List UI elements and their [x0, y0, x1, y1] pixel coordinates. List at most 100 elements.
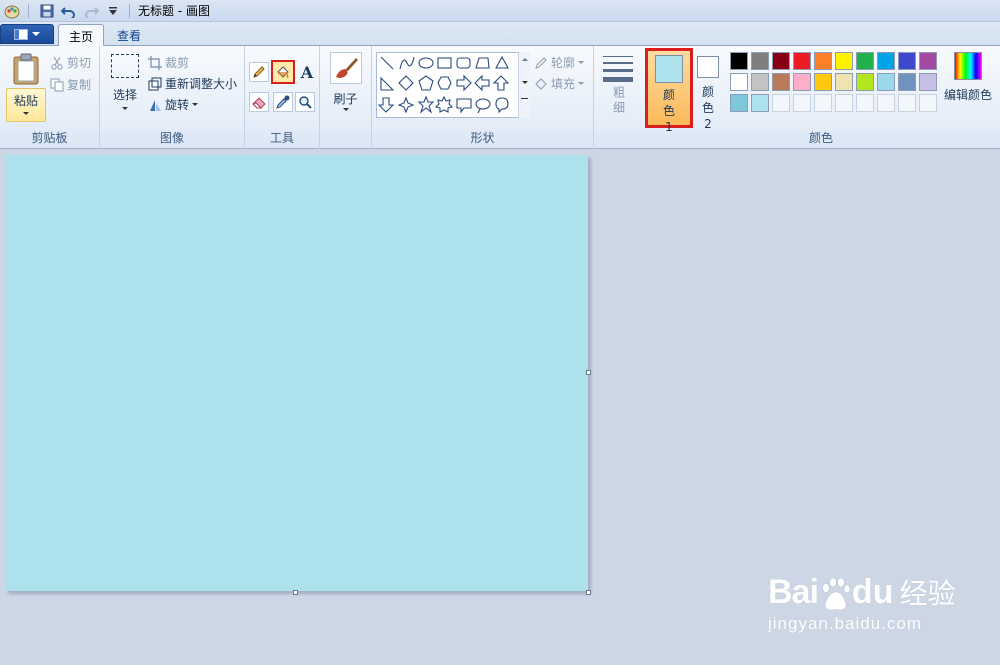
palette-swatch-empty[interactable] [793, 94, 811, 112]
palette-swatch[interactable] [835, 52, 853, 70]
palette-swatch-empty[interactable] [835, 94, 853, 112]
resize-handle-corner[interactable] [586, 590, 591, 595]
resize-handle-right[interactable] [586, 370, 591, 375]
palette-swatch[interactable] [793, 52, 811, 70]
chevron-down-icon [23, 112, 29, 115]
paw-icon [820, 577, 851, 612]
tools-group-label: 工具 [269, 131, 294, 145]
palette-swatch[interactable] [772, 73, 790, 91]
customize-icon[interactable] [103, 1, 123, 21]
palette-swatch[interactable] [835, 73, 853, 91]
baidu-brand-text-2: du [851, 573, 894, 611]
shapes-group-label: 形状 [470, 131, 495, 145]
ribbon: 粘贴 剪切 复制 剪贴板 选择 裁剪 重新调整大小 旋转 图像 A 工具 刷子 … [0, 46, 1000, 149]
copy-button[interactable]: 复制 [50, 76, 91, 93]
eraser-icon[interactable] [249, 92, 269, 112]
resize-icon [148, 77, 162, 90]
palette-swatch[interactable] [856, 73, 874, 91]
jingyan-text: 经验 [899, 577, 956, 610]
redo-icon[interactable] [81, 1, 101, 21]
resize-label: 重新调整大小 [165, 77, 238, 91]
separator [28, 3, 29, 18]
brushes-label: 刷子 [333, 92, 358, 106]
palette-swatch-empty[interactable] [772, 94, 790, 112]
palette-swatch-empty[interactable] [877, 94, 895, 112]
outline-icon [535, 56, 547, 69]
paste-button[interactable]: 粘贴 [6, 50, 46, 124]
tab-home[interactable]: 主页 [58, 24, 105, 47]
palette-swatch-empty[interactable] [898, 94, 916, 112]
color2-label: 颜色 2 [701, 85, 714, 131]
paste-label: 粘贴 [13, 94, 38, 108]
palette-swatch[interactable] [751, 73, 769, 91]
palette-swatch[interactable] [793, 73, 811, 91]
palette-swatch[interactable] [898, 52, 916, 70]
baidu-brand-text: Bai [768, 573, 819, 611]
color2-button[interactable]: 颜色 2 [696, 54, 720, 131]
size-group[interactable]: 粗细 [594, 46, 642, 149]
chevron-down-icon [192, 103, 199, 106]
palette-swatch[interactable] [814, 52, 832, 70]
shape-gallery-scrollbar[interactable] [518, 52, 530, 118]
palette-swatch[interactable] [877, 73, 895, 91]
rotate-button[interactable]: 旋转 [148, 96, 199, 113]
pencil-icon[interactable] [249, 62, 269, 82]
image-group-label: 图像 [159, 131, 184, 145]
window-title: 无标题 - 画图 [138, 4, 210, 18]
cut-label: 剪切 [67, 56, 92, 70]
palette-swatch[interactable] [730, 94, 748, 112]
palette-swatch[interactable] [751, 52, 769, 70]
magnifier-icon[interactable] [295, 92, 315, 112]
text-icon[interactable]: A [297, 62, 317, 82]
palette-swatch[interactable] [919, 73, 937, 91]
crop-button[interactable]: 裁剪 [148, 54, 189, 71]
baidu-jingyan-watermark: Bai du 经验 jingyan.baidu.com [768, 572, 955, 634]
chevron-down-icon [343, 108, 349, 111]
palette-swatch[interactable] [856, 52, 874, 70]
outline-button[interactable]: 轮廓 [534, 54, 585, 71]
save-icon[interactable] [37, 1, 57, 21]
palette-swatch[interactable] [814, 73, 832, 91]
app-menu-button[interactable] [0, 24, 54, 44]
watermark-url: jingyan.baidu.com [768, 614, 923, 633]
fill-button[interactable]: 填充 [534, 75, 585, 92]
palette-swatch[interactable] [730, 73, 748, 91]
color-picker-icon[interactable] [273, 92, 293, 112]
select-button[interactable]: 选择 [108, 54, 142, 120]
palette-swatch-empty[interactable] [814, 94, 832, 112]
resize-handle-bottom[interactable] [293, 590, 298, 595]
palette-swatch[interactable] [772, 52, 790, 70]
colors-group: 颜色 1 颜色 2 编辑颜色 颜色 [642, 46, 1000, 149]
palette-swatch-empty[interactable] [919, 94, 937, 112]
tab-view[interactable]: 查看 [107, 24, 151, 47]
palette-swatch[interactable] [898, 73, 916, 91]
palette-swatch[interactable] [919, 52, 937, 70]
edit-colors-button[interactable]: 编辑颜色 [940, 52, 996, 112]
select-rect-icon [111, 54, 139, 78]
paste-dropdown[interactable]: 粘贴 [6, 88, 46, 122]
fill-label: 填充 [551, 77, 576, 91]
undo-icon[interactable] [59, 1, 79, 21]
expand-gallery-icon[interactable] [521, 98, 528, 99]
fill-bucket-icon[interactable] [271, 60, 295, 84]
drawing-canvas[interactable] [5, 155, 588, 591]
chevron-down-icon[interactable] [521, 81, 528, 84]
brushes-group[interactable]: 刷子 [320, 46, 372, 149]
palette-swatch[interactable] [877, 52, 895, 70]
rainbow-icon [954, 52, 982, 80]
palette-swatch[interactable] [730, 52, 748, 70]
color1-button[interactable]: 颜色 1 [645, 48, 693, 134]
chevron-up-icon[interactable] [521, 58, 528, 61]
shape-gallery-icons [378, 55, 510, 114]
palette-swatch[interactable] [751, 94, 769, 112]
clipboard-icon [8, 50, 44, 88]
color2-swatch [697, 56, 719, 78]
palette-swatch-empty[interactable] [856, 94, 874, 112]
crop-label: 裁剪 [165, 56, 190, 70]
paint-app-icon[interactable] [2, 1, 22, 21]
line-width-icon [603, 56, 633, 82]
chevron-down-icon [122, 107, 128, 110]
resize-button[interactable]: 重新调整大小 [148, 75, 237, 92]
clipboard-group-label: 剪贴板 [31, 131, 68, 145]
cut-button[interactable]: 剪切 [50, 54, 91, 71]
